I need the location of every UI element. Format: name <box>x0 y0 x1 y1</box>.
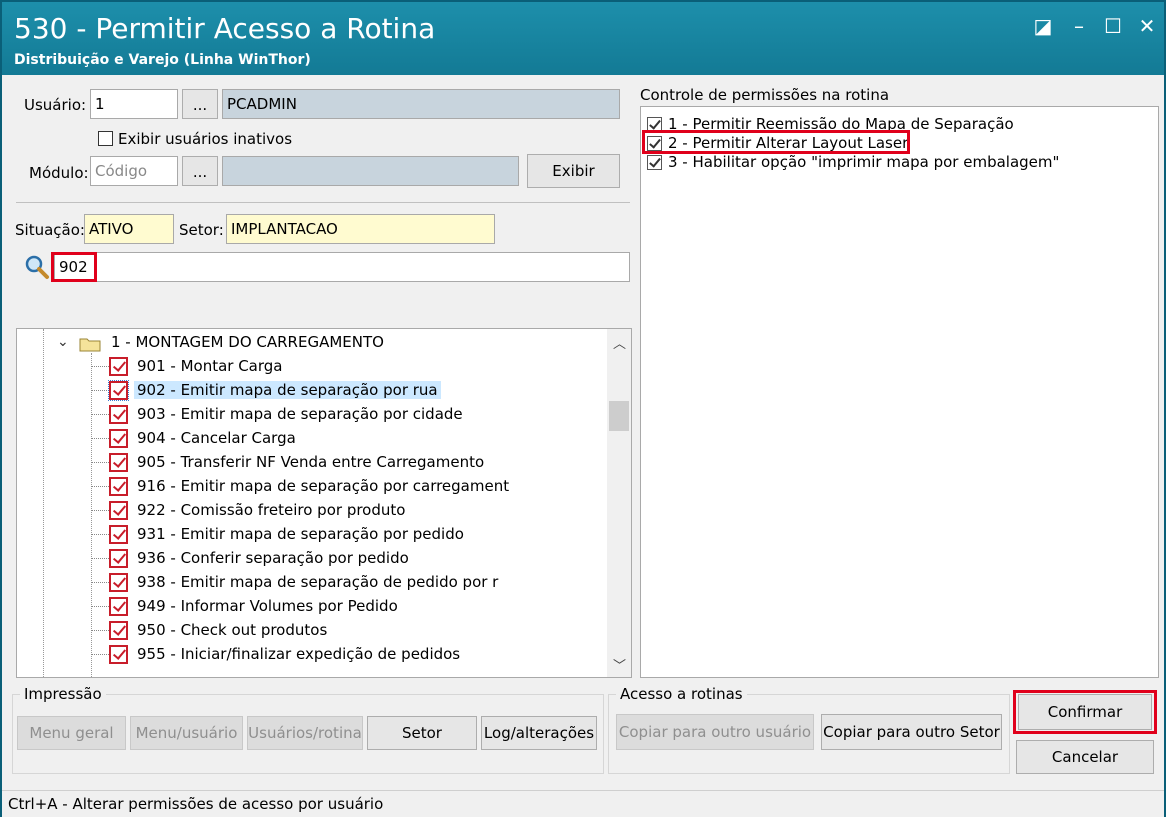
search-highlight <box>51 252 97 282</box>
setor-button[interactable]: Setor <box>367 716 477 750</box>
tree-item-checkbox[interactable] <box>109 477 128 496</box>
tree-item-label: 938 - Emitir mapa de separação de pedido… <box>137 573 499 591</box>
tree-item[interactable]: 903 - Emitir mapa de separação por cidad… <box>17 403 597 427</box>
tree-item-checkbox[interactable] <box>109 573 128 592</box>
permissions-title: Controle de permissões na rotina <box>640 86 890 104</box>
permission-checkbox[interactable] <box>647 155 662 170</box>
tree-item-label: 922 - Comissão freteiro por produto <box>137 501 406 519</box>
log-alteracoes-button[interactable]: Log/alterações <box>481 716 597 750</box>
tree-item-checkbox[interactable] <box>109 645 128 664</box>
scroll-down-icon[interactable]: ﹀ <box>613 655 626 674</box>
tree-item[interactable]: 938 - Emitir mapa de separação de pedido… <box>17 571 597 595</box>
chevron-down-icon[interactable]: ⌄ <box>57 334 69 350</box>
tree-item[interactable]: 936 - Conferir separação por pedido <box>17 547 597 571</box>
window-title: 530 - Permitir Acesso a Rotina <box>14 12 436 45</box>
modulo-name-field <box>222 156 519 186</box>
scroll-up-icon[interactable]: ︿ <box>613 333 626 352</box>
tree-item-label: 955 - Iniciar/finalizar expedição de ped… <box>137 645 461 663</box>
folder-icon <box>79 336 101 352</box>
tree-item-label: 903 - Emitir mapa de separação por cidad… <box>137 405 463 423</box>
cancel-button[interactable]: Cancelar <box>1016 740 1154 774</box>
tree-item-label: 905 - Transferir NF Venda entre Carregam… <box>137 453 485 471</box>
usuario-name-field: PCADMIN <box>222 89 620 119</box>
tree-item[interactable]: 901 - Montar Carga <box>17 355 597 379</box>
permissions-list[interactable]: 1 - Permitir Reemissão do Mapa de Separa… <box>640 106 1159 678</box>
usuario-browse-button[interactable]: ... <box>182 89 218 119</box>
copiar-usuario-button[interactable]: Copiar para outro usuário <box>616 714 814 750</box>
modulo-browse-button[interactable]: ... <box>182 156 218 186</box>
tree-item-checkbox[interactable] <box>109 453 128 472</box>
menu-usuario-button[interactable]: Menu/usuário <box>130 716 243 750</box>
close-icon[interactable]: ✕ <box>1130 12 1164 42</box>
tree-item-checkbox[interactable] <box>108 380 129 401</box>
tree-item[interactable]: 949 - Informar Volumes por Pedido <box>17 595 597 619</box>
tree-item-checkbox[interactable] <box>109 405 128 424</box>
window-subtitle: Distribuição e Varejo (Linha WinThor) <box>14 52 311 68</box>
search-icon <box>24 254 50 280</box>
acesso-title: Acesso a rotinas <box>616 685 747 703</box>
tree-item[interactable]: 904 - Cancelar Carga <box>17 427 597 451</box>
situacao-label: Situação: <box>15 221 85 239</box>
permission-label: 3 - Habilitar opção "imprimir mapa por e… <box>668 153 1060 171</box>
tree-item[interactable]: 955 - Iniciar/finalizar expedição de ped… <box>17 643 597 667</box>
tree-item[interactable]: 950 - Check out produtos <box>17 619 597 643</box>
setor-label: Setor: <box>179 221 224 239</box>
exibir-button[interactable]: Exibir <box>527 154 620 188</box>
menu-geral-button[interactable]: Menu geral <box>17 716 126 750</box>
tree-scrollbar[interactable]: ︿ ﹀ <box>607 329 631 677</box>
usuario-code-input[interactable]: 1 <box>90 89 178 119</box>
tree-item-label: 904 - Cancelar Carga <box>137 429 296 447</box>
minimize-icon[interactable]: – <box>1062 12 1096 42</box>
tree-item-checkbox[interactable] <box>109 525 128 544</box>
tree-item-label: 949 - Informar Volumes por Pedido <box>137 597 398 615</box>
tree-item-label: 901 - Montar Carga <box>137 357 283 375</box>
tree-item-label: 931 - Emitir mapa de separação por pedid… <box>137 525 464 543</box>
situacao-field: ATIVO <box>84 214 174 244</box>
search-input[interactable]: 902 <box>54 252 630 282</box>
confirm-highlight <box>1013 690 1157 734</box>
tree-item-checkbox[interactable] <box>109 597 128 616</box>
main-window: 530 - Permitir Acesso a Rotina Distribui… <box>0 0 1166 817</box>
tree-item[interactable]: 902 - Emitir mapa de separação por rua <box>17 379 597 403</box>
usuario-label: Usuário: <box>24 96 87 114</box>
usuarios-rotina-button[interactable]: Usuários/rotina <box>247 716 363 750</box>
tree-item[interactable]: 916 - Emitir mapa de separação por carre… <box>17 475 597 499</box>
tree-item[interactable]: 905 - Transferir NF Venda entre Carregam… <box>17 451 597 475</box>
tree-item-label: 950 - Check out produtos <box>137 621 328 639</box>
separator <box>16 202 630 203</box>
tree-item-label: 916 - Emitir mapa de separação por carre… <box>137 477 510 495</box>
restore-icon[interactable]: ◪ <box>1026 12 1060 42</box>
inativos-label: Exibir usuários inativos <box>118 130 293 148</box>
setor-field: IMPLANTACAO <box>226 214 495 244</box>
routine-tree[interactable]: ⌄ 1 - MONTAGEM DO CARREGAMENTO 901 - Mon… <box>16 328 632 678</box>
status-bar: Ctrl+A - Alterar permissões de acesso po… <box>2 790 1164 817</box>
tree-item-checkbox[interactable] <box>109 621 128 640</box>
tree-folder-label: 1 - MONTAGEM DO CARREGAMENTO <box>111 333 384 351</box>
scroll-thumb[interactable] <box>609 401 629 431</box>
tree-item-checkbox[interactable] <box>109 549 128 568</box>
tree-item-checkbox[interactable] <box>109 429 128 448</box>
tree-item-label: 902 - Emitir mapa de separação por rua <box>134 381 441 399</box>
copiar-setor-button[interactable]: Copiar para outro Setor <box>821 714 1002 750</box>
tree-item-checkbox[interactable] <box>109 501 128 520</box>
tree-item[interactable]: 931 - Emitir mapa de separação por pedid… <box>17 523 597 547</box>
tree-folder-row[interactable]: ⌄ 1 - MONTAGEM DO CARREGAMENTO <box>17 331 597 355</box>
inativos-checkbox[interactable] <box>98 131 113 146</box>
maximize-icon[interactable]: ☐ <box>1096 12 1130 42</box>
tree-item-label: 936 - Conferir separação por pedido <box>137 549 409 567</box>
title-bar[interactable]: 530 - Permitir Acesso a Rotina Distribui… <box>2 2 1164 75</box>
tree-item-checkbox[interactable] <box>109 357 128 376</box>
tree-item[interactable]: 922 - Comissão freteiro por produto <box>17 499 597 523</box>
modulo-label: Módulo: <box>29 164 89 182</box>
modulo-code-input[interactable]: Código <box>90 156 178 186</box>
impressao-title: Impressão <box>20 685 106 703</box>
permission-highlight <box>642 130 910 154</box>
